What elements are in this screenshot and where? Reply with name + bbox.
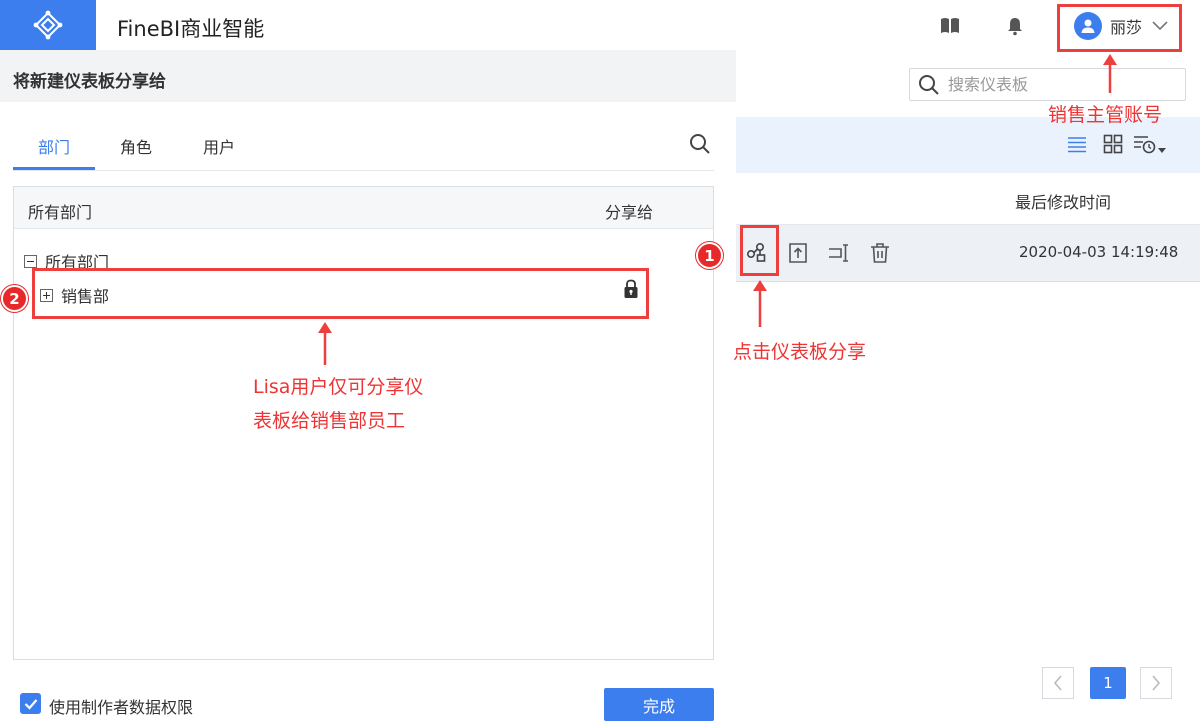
tab-user[interactable]: 用户 <box>203 134 235 158</box>
trash-icon[interactable] <box>868 241 892 265</box>
annotation-share-label: 点击仪表板分享 <box>733 341 867 363</box>
tab-department[interactable]: 部门 <box>38 134 70 158</box>
use-creator-permission-checkbox[interactable] <box>20 693 41 714</box>
book-icon[interactable] <box>939 15 961 37</box>
dialog-title: 将新建仪表板分享给 <box>13 72 166 92</box>
divider <box>736 281 1200 282</box>
tree-header-share-to: 分享给 <box>605 203 654 222</box>
list-view-icon[interactable] <box>1066 133 1088 155</box>
tree-header-all-departments: 所有部门 <box>28 203 93 222</box>
modified-time: 2020-04-03 14:19:48 <box>1019 243 1179 261</box>
dialog-header: 将新建仪表板分享给 <box>0 50 736 102</box>
annotation-number-1: 1 <box>696 242 723 269</box>
search-icon[interactable] <box>689 133 711 155</box>
tree-header: 所有部门 分享给 <box>14 187 713 229</box>
rename-icon[interactable] <box>827 241 851 265</box>
logo-icon <box>33 10 63 40</box>
annotation-arrow-up <box>753 280 767 327</box>
done-button[interactable]: 完成 <box>604 688 714 721</box>
annotation-lisa-line2: 表板给销售部员工 <box>253 410 406 432</box>
dashboard-search-input[interactable] <box>948 75 1168 94</box>
annotation-number-2: 2 <box>1 285 28 312</box>
column-header-modified-time: 最后修改时间 <box>1015 193 1112 212</box>
divider <box>13 170 714 171</box>
checkbox-label: 使用制作者数据权限 <box>49 698 194 717</box>
dashboard-search[interactable] <box>909 68 1186 101</box>
annotation-account-label: 销售主管账号 <box>1048 104 1163 126</box>
app-title: FineBI商业智能 <box>117 17 265 41</box>
current-page-button[interactable]: 1 <box>1090 667 1126 699</box>
top-bar: FineBI商业智能 丽莎 <box>0 0 1200 50</box>
bell-icon[interactable] <box>1004 15 1026 37</box>
app-logo[interactable] <box>0 0 96 50</box>
annotation-box-share <box>740 225 779 276</box>
export-icon[interactable] <box>786 241 810 265</box>
sort-by-time-icon[interactable] <box>1133 133 1169 155</box>
annotation-arrow-up <box>318 322 332 365</box>
annotation-arrow-up <box>1103 54 1117 93</box>
search-icon <box>919 74 939 95</box>
grid-view-icon[interactable] <box>1102 133 1124 155</box>
collapse-toggle[interactable] <box>24 254 37 268</box>
chevron-left-icon <box>1053 675 1062 691</box>
checkmark-icon <box>24 698 37 710</box>
annotation-box-account <box>1057 4 1182 52</box>
annotation-box-sales-dept <box>32 268 649 319</box>
next-page-button[interactable] <box>1140 667 1172 699</box>
prev-page-button[interactable] <box>1042 667 1074 699</box>
chevron-right-icon <box>1152 675 1161 691</box>
tab-role[interactable]: 角色 <box>120 134 152 158</box>
annotation-lisa-line1: Lisa用户仅可分享仪 <box>253 376 424 398</box>
